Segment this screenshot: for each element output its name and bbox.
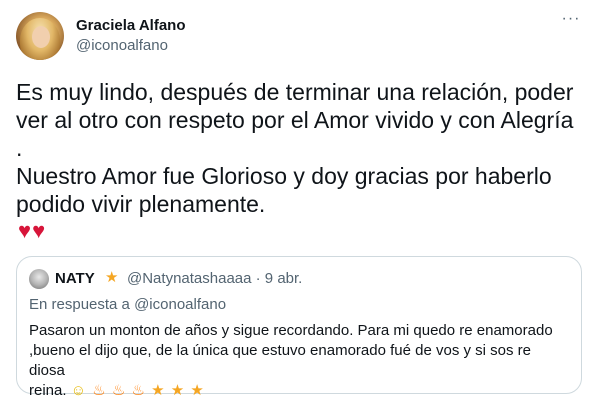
quoted-tweet[interactable]: NATY ★ @Natynatashaaaa · 9 abr. En respu…: [16, 256, 582, 399]
avatar-face: [32, 26, 50, 48]
tweet-text-line: Nuestro Amor fue Glorioso y doy gracias …: [16, 163, 552, 189]
quote-emojis: ☺ ♨ ♨ ♨ ★ ★ ★: [71, 382, 205, 399]
tweet-header: Graciela Alfano @iconoalfano ···: [16, 11, 582, 62]
tweet-text-line: .: [16, 135, 23, 161]
reply-prefix: En respuesta a: [29, 296, 130, 313]
fire-emoji-icon: ♨: [131, 382, 146, 399]
star-icon: ★: [105, 269, 119, 286]
heart-emojis: ♥♥: [18, 218, 47, 243]
more-horizontal-icon[interactable]: ···: [560, 11, 582, 34]
quote-author-name: NATY: [55, 270, 95, 287]
quote-text-line: ,bueno el dijo que, de la única que estu…: [29, 342, 531, 379]
author-avatar[interactable]: [16, 12, 64, 60]
baby-angel-emoji-icon: ☺: [70, 382, 88, 399]
reply-context: En respuesta a @iconoalfano: [29, 296, 226, 313]
quote-author-handle: @Natynatashaaaa · 9 abr.: [127, 270, 303, 287]
tweet-text-line: ver al otro con respeto por el Amor vivi…: [16, 107, 574, 133]
author-name[interactable]: Graciela Alfano: [76, 17, 185, 34]
tweet-text-line: podido vivir plenamente.: [16, 191, 266, 217]
reply-mention: @iconoalfano: [134, 296, 227, 313]
quote-text: Pasaron un monton de años y sigue record…: [29, 321, 569, 401]
quote-text-line: Pasaron un monton de años y sigue record…: [29, 322, 553, 339]
star-emoji-icon: ★: [190, 382, 205, 399]
star-emoji-icon: ★: [151, 382, 166, 399]
tweet-text-line: Es muy lindo, después de terminar una re…: [16, 79, 574, 105]
tweet-text: Es muy lindo, después de terminar una re…: [16, 78, 586, 218]
author-handle[interactable]: @iconoalfano: [76, 37, 168, 54]
star-emoji-icon: ★: [170, 382, 186, 399]
quote-text-last: reina.: [29, 382, 67, 399]
quote-author-avatar: [29, 269, 49, 289]
quote-text-line: reina. ☺ ♨ ♨ ♨ ★ ★ ★: [29, 381, 569, 401]
fire-emoji-icon: ♨: [92, 382, 107, 399]
fire-emoji-icon: ♨: [111, 382, 127, 399]
